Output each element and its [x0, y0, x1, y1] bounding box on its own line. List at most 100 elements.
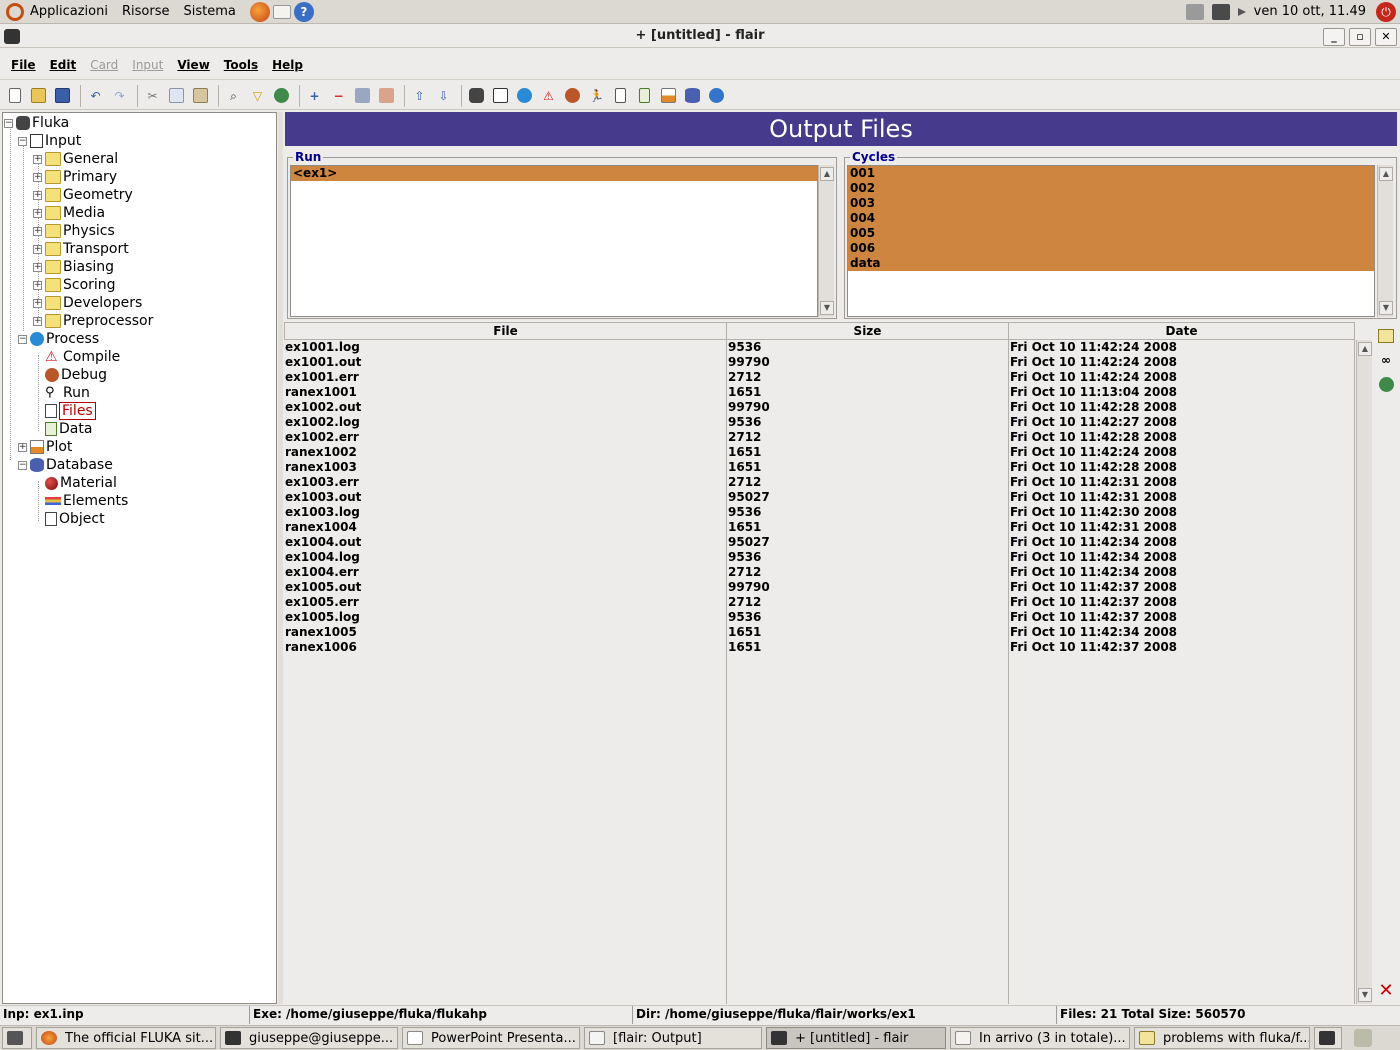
- collapse-toggle[interactable]: −: [4, 118, 13, 128]
- file-size-cell[interactable]: 1651: [727, 460, 1008, 475]
- file-date-cell[interactable]: Fri Oct 10 11:42:37 2008: [1009, 610, 1354, 625]
- tree-node-scoring[interactable]: + Scoring: [33, 276, 116, 294]
- tree-node-run[interactable]: ⚲ Run: [45, 384, 90, 402]
- tree-node-files[interactable]: Files: [45, 402, 96, 420]
- undo-icon[interactable]: ↶: [85, 85, 106, 106]
- file-date-cell[interactable]: Fri Oct 10 11:42:27 2008: [1009, 415, 1354, 430]
- expand-toggle[interactable]: +: [33, 154, 42, 164]
- file-size-cell[interactable]: 1651: [727, 520, 1008, 535]
- expand-toggle[interactable]: +: [33, 298, 42, 308]
- menu-input[interactable]: Input: [132, 58, 163, 72]
- close-button[interactable]: ✕: [1375, 28, 1397, 46]
- expand-toggle[interactable]: +: [18, 442, 27, 452]
- tree-node-elements[interactable]: Elements: [45, 492, 128, 510]
- collapse-toggle[interactable]: −: [18, 460, 27, 470]
- file-size-cell[interactable]: 2712: [727, 595, 1008, 610]
- file-name-cell[interactable]: ex1005.log: [284, 610, 726, 625]
- printer-icon[interactable]: [1185, 3, 1204, 20]
- file-date-cell[interactable]: Fri Oct 10 11:42:34 2008: [1009, 565, 1354, 580]
- tree-node-database[interactable]: − Database: [18, 456, 113, 474]
- list-item[interactable]: 004: [848, 211, 1374, 226]
- file-name-cell[interactable]: ranex1002: [284, 445, 726, 460]
- tree-node-plot[interactable]: + Plot: [18, 438, 72, 456]
- file-name-cell[interactable]: ex1002.out: [284, 400, 726, 415]
- delete-file-icon[interactable]: ✕: [1376, 980, 1396, 1001]
- taskbar-item[interactable]: problems with fluka/f...: [1134, 1027, 1310, 1049]
- tree-node-geometry[interactable]: + Geometry: [33, 186, 133, 204]
- list-item[interactable]: data: [848, 256, 1374, 271]
- menu-card[interactable]: Card: [90, 58, 118, 72]
- file-date-cell[interactable]: Fri Oct 10 11:42:31 2008: [1009, 490, 1354, 505]
- run-listbox[interactable]: <ex1>: [290, 165, 818, 317]
- file-name-cell[interactable]: ex1001.out: [284, 355, 726, 370]
- date-column[interactable]: Fri Oct 10 11:42:24 2008 Fri Oct 10 11:42…: [1009, 340, 1355, 1004]
- panel-menu-applications[interactable]: Applicazioni: [30, 4, 108, 19]
- size-column[interactable]: 9536 99790 2712 1651 99790 9536 2712 1651 1651 27…: [727, 340, 1009, 1004]
- column-header-date[interactable]: Date: [1009, 322, 1355, 340]
- file-size-cell[interactable]: 2712: [727, 430, 1008, 445]
- edit-file-icon[interactable]: [1376, 326, 1396, 346]
- taskbar-item[interactable]: [flair: Output]: [584, 1027, 762, 1049]
- expand-toggle[interactable]: +: [33, 244, 42, 254]
- cycles-scrollbar[interactable]: ▲ ▼: [1377, 165, 1393, 317]
- file-name-cell[interactable]: ranex1001: [284, 385, 726, 400]
- scroll-up-icon[interactable]: ▲: [820, 167, 834, 181]
- list-item[interactable]: 003: [848, 196, 1374, 211]
- file-name-cell[interactable]: ex1001.err: [284, 370, 726, 385]
- file-name-cell[interactable]: ex1003.log: [284, 505, 726, 520]
- file-date-cell[interactable]: Fri Oct 10 11:42:24 2008: [1009, 355, 1354, 370]
- file-date-cell[interactable]: Fri Oct 10 11:42:31 2008: [1009, 475, 1354, 490]
- tree-node-object[interactable]: Object: [45, 510, 105, 528]
- browse-file-icon[interactable]: [1376, 374, 1396, 394]
- file-date-cell[interactable]: Fri Oct 10 11:42:24 2008: [1009, 445, 1354, 460]
- window-titlebar[interactable]: + [untitled] - flair _ ▫ ✕: [0, 26, 1400, 48]
- expand-toggle[interactable]: +: [33, 280, 42, 290]
- menu-tools[interactable]: Tools: [224, 58, 258, 72]
- minimize-button[interactable]: _: [1323, 28, 1345, 46]
- cut-icon[interactable]: ✂: [142, 85, 163, 106]
- debug-icon[interactable]: [562, 85, 583, 106]
- scroll-down-icon[interactable]: ▼: [1358, 988, 1372, 1002]
- list-item[interactable]: 001: [848, 166, 1374, 181]
- file-date-cell[interactable]: Fri Oct 10 11:42:37 2008: [1009, 580, 1354, 595]
- compile-icon[interactable]: ⚠: [538, 85, 559, 106]
- file-name-cell[interactable]: ranex1004: [284, 520, 726, 535]
- database-icon[interactable]: [682, 85, 703, 106]
- plot-icon[interactable]: [658, 85, 679, 106]
- tree-node-debug[interactable]: Debug: [45, 366, 107, 384]
- file-size-cell[interactable]: 1651: [727, 625, 1008, 640]
- taskbar-item[interactable]: giuseppe@giuseppe...: [220, 1027, 398, 1049]
- taskbar-item[interactable]: The official FLUKA sit...: [36, 1027, 216, 1049]
- scroll-up-icon[interactable]: ▲: [1358, 342, 1372, 356]
- file-date-cell[interactable]: Fri Oct 10 11:42:28 2008: [1009, 430, 1354, 445]
- file-name-cell[interactable]: ex1001.log: [284, 340, 726, 355]
- expand-toggle[interactable]: +: [33, 208, 42, 218]
- data-icon[interactable]: [634, 85, 655, 106]
- taskbar-item-active[interactable]: + [untitled] - flair: [766, 1027, 946, 1049]
- add-card-icon[interactable]: +: [304, 85, 325, 106]
- file-size-cell[interactable]: 9536: [727, 415, 1008, 430]
- taskbar-item[interactable]: In arrivo (3 in totale)...: [950, 1027, 1130, 1049]
- file-date-cell[interactable]: Fri Oct 10 11:13:04 2008: [1009, 385, 1354, 400]
- file-size-cell[interactable]: 9536: [727, 505, 1008, 520]
- show-desktop-button[interactable]: [2, 1027, 32, 1049]
- volume-icon[interactable]: [1237, 7, 1246, 16]
- input-icon[interactable]: [490, 85, 511, 106]
- maximize-button[interactable]: ▫: [1349, 28, 1371, 46]
- tree-node-primary[interactable]: + Primary: [33, 168, 117, 186]
- scroll-down-icon[interactable]: ▼: [820, 301, 834, 315]
- file-size-cell[interactable]: 1651: [727, 640, 1008, 655]
- save-icon[interactable]: [52, 85, 73, 106]
- firefox-launcher-icon[interactable]: [249, 1, 270, 22]
- remove-card-icon[interactable]: −: [328, 85, 349, 106]
- file-name-cell[interactable]: ex1004.err: [284, 565, 726, 580]
- pane-splitter[interactable]: [278, 112, 283, 1004]
- expand-toggle[interactable]: +: [33, 226, 42, 236]
- file-name-cell[interactable]: ex1004.log: [284, 550, 726, 565]
- expand-toggle[interactable]: +: [33, 190, 42, 200]
- file-name-cell[interactable]: ranex1003: [284, 460, 726, 475]
- file-size-cell[interactable]: 95027: [727, 535, 1008, 550]
- tree-node-physics[interactable]: + Physics: [33, 222, 115, 240]
- menu-view[interactable]: View: [177, 58, 209, 72]
- file-date-cell[interactable]: Fri Oct 10 11:42:30 2008: [1009, 505, 1354, 520]
